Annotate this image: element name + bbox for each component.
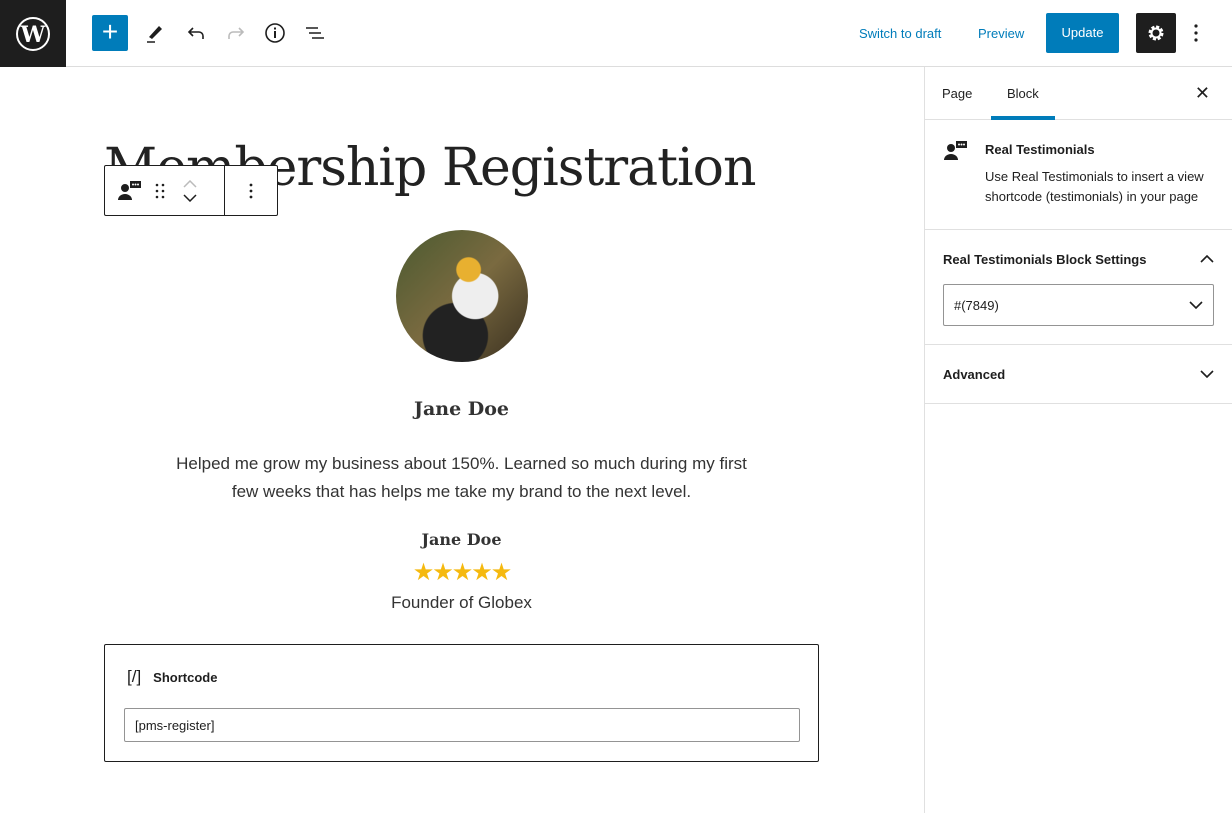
more-vertical-icon	[249, 183, 253, 198]
block-description: Use Real Testimonials to insert a view s…	[985, 169, 1204, 204]
close-sidebar-button[interactable]: ✕	[1195, 83, 1210, 104]
update-button[interactable]: Update	[1046, 13, 1119, 53]
settings-sidebar: Page Block ✕ Real Testimonials Use Real T…	[924, 67, 1232, 813]
testimonial-avatar	[396, 230, 528, 362]
rating-stars: ★★★★★	[104, 558, 819, 587]
pencil-icon	[147, 26, 162, 43]
select-value: #(7849)	[954, 297, 999, 313]
settings-button[interactable]	[1136, 13, 1176, 53]
svg-text:W: W	[20, 22, 46, 48]
tab-block[interactable]: Block	[991, 67, 1055, 120]
block-toolbar	[104, 165, 278, 216]
block-name: Real Testimonials	[985, 142, 1095, 157]
panel-title: Real Testimonials Block Settings	[943, 251, 1147, 267]
redo-icon	[228, 27, 245, 39]
details-button[interactable]	[262, 20, 288, 46]
chevron-down-icon	[1200, 370, 1214, 378]
block-settings-panel: Real Testimonials Block Settings #(7849)	[925, 230, 1232, 345]
wordpress-logo-button[interactable]: W	[0, 0, 66, 67]
list-view-button[interactable]	[302, 20, 328, 46]
list-view-icon	[306, 27, 324, 39]
chevron-up-icon	[1200, 255, 1214, 263]
drag-handle-icon[interactable]	[155, 183, 165, 199]
chevron-down-icon	[1189, 301, 1203, 309]
undo-icon	[187, 27, 204, 39]
block-settings-toggle[interactable]: Real Testimonials Block Settings	[943, 230, 1214, 288]
testimonial-quote: Helped me grow my business about 150%. L…	[176, 454, 747, 501]
shortcode-input[interactable]	[124, 708, 800, 742]
block-options-button[interactable]	[225, 166, 277, 215]
gear-icon	[1148, 25, 1164, 41]
testimonial-select[interactable]: #(7849)	[943, 284, 1214, 326]
plus-icon: +	[101, 16, 119, 47]
switch-to-draft-button[interactable]: Switch to draft	[859, 26, 941, 41]
shortcode-label: Shortcode	[153, 669, 218, 685]
block-card: Real Testimonials Use Real Testimonials t…	[925, 120, 1232, 230]
testimonial-block-icon[interactable]	[117, 180, 143, 202]
shortcode-block[interactable]: [/] Shortcode	[104, 644, 819, 762]
move-down-icon[interactable]	[183, 193, 197, 202]
info-icon	[265, 23, 285, 43]
shortcode-icon: [/]	[127, 667, 142, 686]
editor-header: W + Switch to draft Preview Update	[0, 0, 1232, 67]
close-icon: ✕	[1194, 83, 1210, 103]
preview-button[interactable]: Preview	[978, 26, 1024, 41]
redo-button[interactable]	[223, 20, 249, 46]
tools-button[interactable]	[142, 20, 168, 46]
advanced-panel: Advanced	[925, 345, 1232, 404]
advanced-toggle[interactable]: Advanced	[943, 345, 1214, 403]
wordpress-icon: W	[16, 16, 50, 51]
testimonial-name-heading: Jane Doe	[413, 398, 510, 420]
undo-button[interactable]	[183, 20, 209, 46]
panel-title: Advanced	[943, 366, 1006, 382]
testimonial-role: Founder of Globex	[391, 593, 532, 612]
testimonial-author: Jane Doe	[421, 530, 502, 549]
tab-page[interactable]: Page	[942, 67, 972, 120]
add-block-button[interactable]: +	[92, 15, 128, 51]
star-icon: ★★★★★	[412, 559, 513, 586]
move-up-icon[interactable]	[183, 179, 197, 188]
testimonial-block-icon	[944, 141, 967, 160]
options-button[interactable]	[1186, 20, 1206, 46]
more-vertical-icon	[1194, 24, 1198, 42]
